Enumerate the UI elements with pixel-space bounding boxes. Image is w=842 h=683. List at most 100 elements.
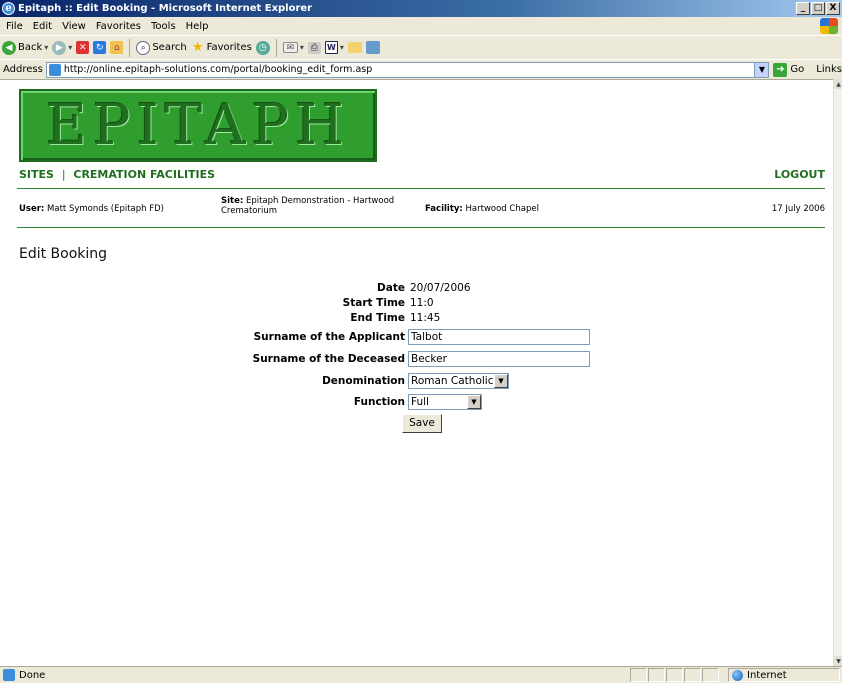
denomination-selected: Roman Catholic bbox=[411, 375, 494, 387]
logo-text: EPITAPH bbox=[46, 92, 350, 158]
status-pane bbox=[630, 668, 647, 682]
word-button[interactable]: W ▾ bbox=[324, 41, 344, 54]
toolbar-separator bbox=[275, 38, 277, 57]
forward-arrow-icon: ▶ bbox=[52, 40, 67, 55]
back-dropdown-icon[interactable]: ▾ bbox=[44, 43, 48, 52]
zone-label: Internet bbox=[747, 669, 787, 681]
logout-link[interactable]: LOGOUT bbox=[774, 168, 825, 181]
go-button-label: Go bbox=[790, 64, 805, 75]
current-date: 17 July 2006 bbox=[771, 204, 825, 214]
minimize-button[interactable]: _ bbox=[796, 2, 810, 15]
history-icon[interactable]: ◷ bbox=[255, 40, 270, 55]
applicant-surname-input[interactable] bbox=[408, 329, 590, 345]
security-zone: Internet bbox=[728, 668, 840, 682]
mail-icon: ✉ bbox=[282, 42, 298, 53]
forward-dropdown-icon[interactable]: ▾ bbox=[68, 43, 72, 52]
chevron-down-icon[interactable]: ▼ bbox=[494, 374, 508, 388]
print-icon[interactable]: ⎙ bbox=[307, 41, 321, 54]
menu-help[interactable]: Help bbox=[186, 21, 209, 32]
globe-icon bbox=[732, 669, 743, 681]
denomination-row: Denomination Roman Catholic ▼ bbox=[0, 372, 833, 390]
window-title: Epitaph :: Edit Booking - Microsoft Inte… bbox=[18, 3, 313, 14]
menu-favorites[interactable]: Favorites bbox=[96, 21, 141, 32]
go-arrow-icon: ➜ bbox=[773, 62, 788, 77]
go-button[interactable]: ➜ Go bbox=[773, 62, 805, 77]
status-pane bbox=[648, 668, 665, 682]
toolbar: ◀ Back ▾ ▶ ▾ ✕ ↻ ⌂ ⌕ Search ★ Favorites … bbox=[0, 35, 842, 59]
back-arrow-icon: ◀ bbox=[2, 40, 16, 55]
word-icon: W bbox=[324, 41, 338, 54]
denomination-select[interactable]: Roman Catholic ▼ bbox=[408, 373, 509, 389]
links-button[interactable]: Links bbox=[816, 64, 842, 75]
site-label: Site: bbox=[221, 196, 244, 206]
windows-logo-icon bbox=[820, 18, 838, 34]
nav-cremation-facilities-link[interactable]: CREMATION FACILITIES bbox=[73, 168, 215, 181]
favorites-button-label: Favorites bbox=[206, 42, 252, 53]
menu-bar: File Edit View Favorites Tools Help bbox=[0, 17, 842, 35]
window-title-bar: e Epitaph :: Edit Booking - Microsoft In… bbox=[0, 0, 842, 17]
status-pane bbox=[666, 668, 683, 682]
facility-info: Facility: Hartwood Chapel bbox=[425, 204, 539, 214]
function-row: Function Full ▼ bbox=[0, 393, 833, 411]
save-button[interactable]: Save bbox=[402, 413, 442, 433]
function-label: Function bbox=[353, 396, 405, 408]
address-bar: Address http://online.epitaph-solutions.… bbox=[0, 59, 842, 79]
messenger-icon[interactable] bbox=[365, 41, 380, 54]
session-info-bar: User: Matt Symonds (Epitaph FD) Site: Ep… bbox=[19, 196, 825, 224]
scroll-up-icon[interactable]: ▲ bbox=[834, 79, 842, 89]
maximize-button[interactable]: □ bbox=[811, 2, 825, 15]
end-time-label: End Time bbox=[350, 312, 405, 324]
folder-icon[interactable] bbox=[347, 42, 362, 53]
search-button[interactable]: ⌕ Search bbox=[136, 40, 187, 55]
search-icon: ⌕ bbox=[136, 40, 151, 55]
status-pane bbox=[702, 668, 719, 682]
menu-file[interactable]: File bbox=[6, 21, 23, 32]
search-button-label: Search bbox=[152, 42, 187, 53]
end-time-row: End Time 11:45 bbox=[0, 309, 833, 327]
page-status-icon bbox=[3, 669, 15, 681]
deceased-row: Surname of the Deceased bbox=[0, 350, 833, 368]
refresh-icon[interactable]: ↻ bbox=[93, 41, 107, 54]
mail-button[interactable]: ✉ ▾ bbox=[282, 42, 304, 53]
save-row: Save bbox=[0, 413, 833, 433]
start-time-label: Start Time bbox=[342, 297, 405, 309]
address-input[interactable]: http://online.epitaph-solutions.com/port… bbox=[45, 61, 770, 78]
page-viewport: EPITAPH SITES | CREMATION FACILITIES LOG… bbox=[0, 79, 833, 666]
page-title: Edit Booking bbox=[19, 246, 108, 262]
deceased-label: Surname of the Deceased bbox=[252, 353, 405, 365]
status-bar: Done Internet bbox=[0, 666, 842, 683]
nav-sites-link[interactable]: SITES bbox=[19, 168, 54, 181]
address-label: Address bbox=[3, 64, 43, 75]
status-text: Done bbox=[19, 669, 46, 681]
word-dropdown-icon[interactable]: ▾ bbox=[340, 43, 344, 52]
address-url[interactable]: http://online.epitaph-solutions.com/port… bbox=[64, 64, 372, 75]
menu-edit[interactable]: Edit bbox=[33, 21, 52, 32]
close-button[interactable]: X bbox=[826, 2, 840, 15]
applicant-row: Surname of the Applicant bbox=[0, 328, 833, 346]
menu-view[interactable]: View bbox=[62, 21, 86, 32]
address-dropdown-icon[interactable]: ▼ bbox=[754, 62, 769, 77]
site-info: Site: Epitaph Demonstration - Hartwood C… bbox=[221, 196, 411, 216]
mail-dropdown-icon[interactable]: ▾ bbox=[300, 43, 304, 52]
nav-separator: | bbox=[61, 168, 66, 181]
date-label: Date bbox=[377, 282, 405, 294]
menu-tools[interactable]: Tools bbox=[151, 21, 176, 32]
function-selected: Full bbox=[411, 396, 429, 408]
star-icon: ★ bbox=[191, 40, 204, 55]
window-controls: _ □ X bbox=[796, 2, 840, 15]
deceased-surname-input[interactable] bbox=[408, 351, 590, 367]
stop-icon[interactable]: ✕ bbox=[76, 41, 90, 54]
status-pane bbox=[684, 668, 701, 682]
function-select[interactable]: Full ▼ bbox=[408, 394, 482, 410]
vertical-scrollbar[interactable]: ▲ ▼ bbox=[833, 79, 842, 666]
home-icon[interactable]: ⌂ bbox=[110, 41, 124, 54]
favorites-button[interactable]: ★ Favorites bbox=[191, 40, 252, 55]
start-time-value: 11:0 bbox=[410, 297, 434, 309]
facility-value: Hartwood Chapel bbox=[465, 204, 539, 214]
back-button[interactable]: ◀ Back ▾ bbox=[2, 40, 48, 55]
applicant-label: Surname of the Applicant bbox=[253, 331, 405, 343]
scroll-down-icon[interactable]: ▼ bbox=[834, 656, 842, 666]
chevron-down-icon[interactable]: ▼ bbox=[467, 395, 481, 409]
forward-button[interactable]: ▶ ▾ bbox=[52, 40, 72, 55]
site-value: Epitaph Demonstration - Hartwood Cremato… bbox=[221, 196, 395, 216]
